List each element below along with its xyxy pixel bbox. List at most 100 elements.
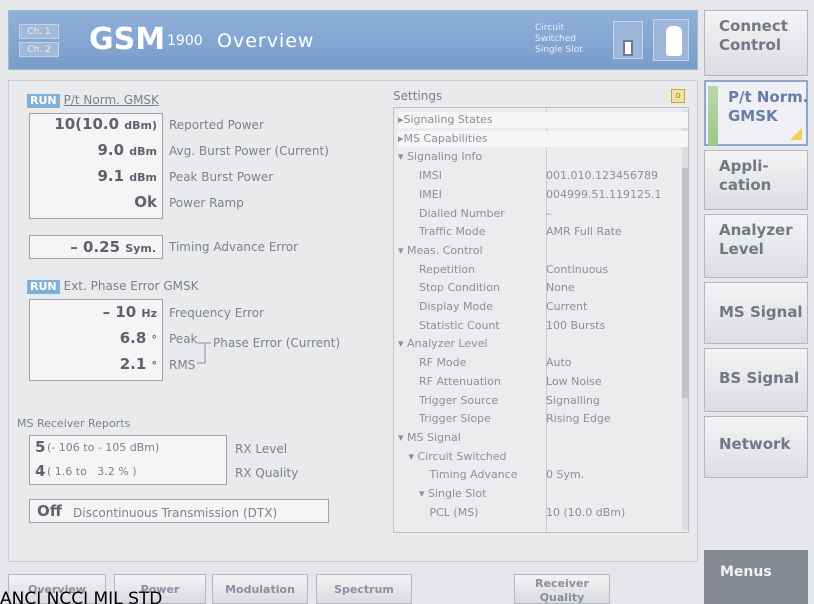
settings-row-key: Dialled Number	[398, 206, 505, 220]
menus-button[interactable]: Menus	[704, 550, 808, 604]
peak-label: Peak	[169, 332, 198, 346]
settings-row[interactable]: Stop Condition None	[398, 280, 688, 296]
channel-selector[interactable]: Ch. 1 Ch. 2	[19, 24, 63, 58]
settings-row[interactable]: Display Mode Current	[398, 299, 688, 315]
settings-row[interactable]: IMSI 001.010.123456789	[398, 168, 688, 184]
settings-row[interactable]: ▸Signaling States	[398, 112, 688, 128]
settings-row[interactable]: ▾ Circuit Switched	[398, 449, 688, 465]
settings-row-value: 10 (10.0 dBm)	[546, 505, 626, 519]
reported-power-value: 10(10.0 dBm)	[54, 115, 157, 133]
channel-1-button[interactable]: Ch. 1	[19, 24, 59, 39]
settings-row[interactable]: ▾ MS Signal	[398, 430, 688, 446]
settings-row[interactable]: RF Mode Auto	[398, 355, 688, 371]
tab-receiver-quality[interactable]: Receiver Quality	[514, 574, 610, 604]
softkey-application[interactable]: Appli- cation	[704, 150, 808, 210]
settings-row-key: ▾ Analyzer Level	[398, 337, 488, 351]
rms-phase-error-value: 2.1 °	[119, 355, 157, 373]
active-indicator	[708, 86, 718, 146]
settings-row-key: ▾ Signaling Info	[398, 150, 483, 164]
settings-row[interactable]: IMEI 004999.51.119125.1	[398, 187, 688, 203]
tab-modulation[interactable]: Modulation	[212, 574, 308, 604]
frequency-error-label: Frequency Error	[169, 306, 265, 320]
rx-level-range: (- 106 to - 105 dBm)	[47, 441, 160, 454]
softkey-pt-norm-gmsk[interactable]: P/t Norm. GMSK	[704, 80, 808, 146]
settings-row-key: Timing Advance	[398, 468, 518, 482]
timing-advance-error-label: Timing Advance Error	[169, 240, 299, 254]
overview-panel: RUN P/t Norm. GMSK 10(10.0 dBm) Reported …	[8, 80, 698, 562]
settings-row-value: 001.010.123456789	[546, 169, 658, 183]
settings-row-value: None	[546, 281, 575, 295]
tab-spectrum[interactable]: Spectrum	[316, 574, 412, 604]
settings-row[interactable]: Trigger Source Signalling	[398, 393, 688, 409]
settings-row-key: Repetition	[398, 262, 476, 276]
avg-burst-power-label: Avg. Burst Power (Current)	[169, 144, 329, 158]
overlay-caption-text: ANCI NCCI MIL STD	[0, 589, 163, 604]
settings-row-key: Statistic Count	[398, 318, 500, 332]
settings-row-key: IMSI	[398, 169, 442, 183]
peak-phase-error-value: 6.8 °	[119, 329, 157, 347]
connection-mode-label: Circuit Switched Single Slot	[535, 23, 583, 55]
run-status-badge: RUN	[27, 280, 60, 294]
settings-panel: Settings o ▸Signaling States ▸MS Capabili…	[393, 89, 689, 549]
phase-error-current-label: Phase Error (Current)	[213, 336, 341, 350]
settings-row[interactable]: ▾ Single Slot	[398, 486, 688, 502]
softkey-ms-signal[interactable]: MS Signal	[704, 282, 808, 344]
settings-options-icon[interactable]: o	[671, 89, 685, 103]
timing-advance-error-value: – 0.25 Sym.	[29, 235, 163, 259]
settings-row-value: –	[546, 206, 552, 220]
settings-row-key: ▸Signaling States	[398, 113, 493, 126]
settings-row[interactable]: PCL (MS) 10 (10.0 dBm)	[398, 505, 688, 521]
reported-power-label: Reported Power	[169, 118, 264, 132]
settings-row[interactable]: ▸MS Capabilities	[398, 130, 688, 147]
peak-burst-power-label: Peak Burst Power	[169, 170, 274, 184]
settings-row-key: RF Mode	[398, 356, 467, 370]
settings-row[interactable]: Timing Advance 0 Sym.	[398, 467, 688, 483]
softkey-bs-signal[interactable]: BS Signal	[704, 348, 808, 412]
settings-row-key: IMEI	[398, 187, 442, 201]
power-ramp-value: Ok	[134, 193, 157, 211]
phase-bracket	[197, 342, 211, 364]
settings-row-value: Signalling	[546, 393, 600, 407]
header-bar: Ch. 1 Ch. 2 GSM 1900 Overview Circuit Sw…	[8, 10, 698, 70]
softkey-connect-control[interactable]: Connect Control	[704, 10, 808, 76]
settings-row-key: Traffic Mode	[398, 225, 486, 239]
settings-row-key: ▾ Meas. Control	[398, 243, 483, 257]
settings-row[interactable]: ▾ Signaling Info	[398, 149, 688, 165]
settings-row-key: ▸MS Capabilities	[398, 131, 488, 145]
settings-row-value: Auto	[546, 356, 572, 370]
rx-quality-range: ( 1.6 to 3.2 % )	[47, 465, 137, 478]
settings-row-key: Display Mode	[398, 300, 493, 313]
frequency-error-value: – 10 Hz	[102, 303, 157, 321]
hand-call-icon	[653, 19, 689, 61]
settings-row-key: Stop Condition	[398, 281, 500, 295]
power-ramp-label: Power Ramp	[169, 196, 244, 210]
settings-row-value: Low Noise	[546, 374, 602, 388]
settings-row-key: Trigger Slope	[398, 412, 491, 426]
settings-row-key: Trigger Source	[398, 393, 499, 407]
settings-row[interactable]: ▾ Meas. Control	[398, 243, 688, 259]
pt-norm-section-title: RUN P/t Norm. GMSK	[27, 93, 159, 108]
softkey-analyzer-level[interactable]: Analyzer Level	[704, 214, 808, 278]
phase-error-section-title: RUN Ext. Phase Error GMSK	[27, 279, 198, 294]
settings-row[interactable]: Trigger Slope Rising Edge	[398, 411, 688, 427]
settings-row-key: ▾ Circuit Switched	[398, 449, 507, 463]
settings-row-value: 004999.51.119125.1	[546, 187, 662, 201]
settings-row[interactable]: Dialled Number –	[398, 206, 688, 222]
rx-quality-value: 4	[35, 462, 46, 480]
settings-row-key: RF Attenuation	[398, 374, 501, 388]
settings-row[interactable]: Repetition Continuous	[398, 262, 688, 278]
peak-burst-power-value: 9.1 dBm	[97, 167, 157, 185]
settings-row-value: Rising Edge	[546, 412, 611, 426]
settings-row-value: 100 Bursts	[546, 318, 606, 332]
settings-row[interactable]: Statistic Count 100 Bursts	[398, 318, 688, 334]
channel-2-button[interactable]: Ch. 2	[19, 42, 59, 57]
instrument-screen: Ch. 1 Ch. 2 GSM 1900 Overview Circuit Sw…	[0, 0, 814, 604]
settings-tree[interactable]: ▸Signaling States ▸MS Capabilities ▾ Signa…	[393, 107, 689, 533]
rx-level-label: RX Level	[235, 442, 288, 456]
settings-row-key: ▾ Single Slot	[398, 487, 487, 500]
settings-row[interactable]: ▾ Analyzer Level	[398, 336, 688, 352]
settings-row[interactable]: Traffic Mode AMR Full Rate	[398, 224, 688, 240]
settings-row[interactable]: RF Attenuation Low Noise	[398, 374, 688, 390]
softkey-network[interactable]: Network	[704, 416, 808, 478]
settings-row-key: ▾ MS Signal	[398, 430, 461, 444]
